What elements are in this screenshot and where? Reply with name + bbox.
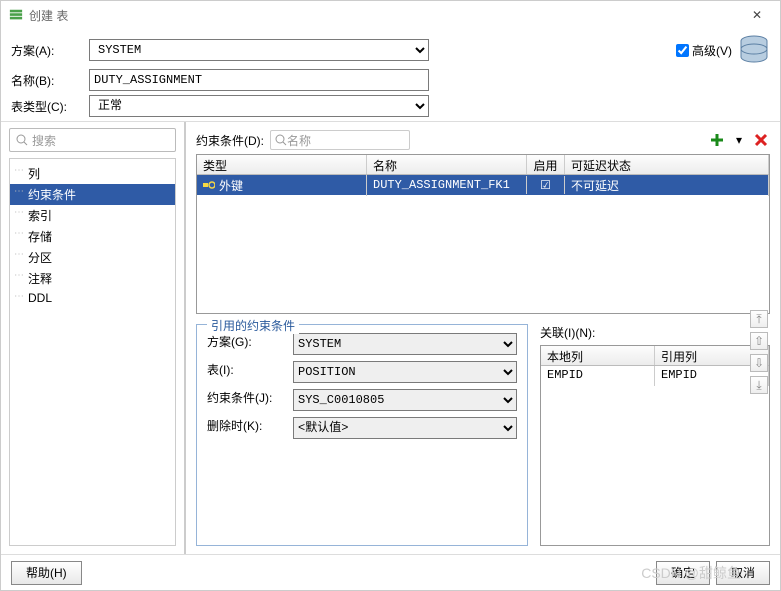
tabletype-label: 表类型(C): — [11, 98, 83, 115]
ref-legend: 引用的约束条件 — [207, 317, 299, 334]
ref-table-select[interactable]: POSITION — [293, 361, 517, 383]
dropdown-icon[interactable]: ▾ — [730, 131, 748, 149]
app-icon — [9, 8, 23, 22]
advanced-checkbox[interactable] — [676, 44, 689, 57]
tree-item-DDL[interactable]: DDL — [10, 289, 175, 307]
name-input[interactable] — [89, 69, 429, 91]
ondelete-label: 删除时(K): — [207, 417, 287, 439]
col-type[interactable]: 类型 — [197, 155, 367, 174]
add-constraint-button[interactable] — [708, 131, 726, 149]
constraints-label: 约束条件(D): — [196, 132, 264, 149]
ref-schema-select[interactable]: SYSTEM — [293, 333, 517, 355]
cancel-button[interactable]: 取消 — [716, 561, 770, 585]
database-icon — [738, 35, 770, 65]
close-icon[interactable]: ✕ — [742, 8, 772, 22]
ref-constraint-select[interactable]: SYS_C0010805 — [293, 389, 517, 411]
tree-item-索引[interactable]: 索引 — [10, 205, 175, 226]
move-bottom-button[interactable]: ⤓ — [750, 376, 768, 394]
header-form: 方案(A): SYSTEM 高级(V) 名称(B): 表类型(C): 正常 — [1, 29, 780, 121]
category-tree: 列约束条件索引存储分区注释DDL — [9, 158, 176, 546]
tabletype-select[interactable]: 正常 — [89, 95, 429, 117]
ondelete-select[interactable]: <默认值> — [293, 417, 517, 439]
col-enabled[interactable]: 启用 — [527, 155, 565, 174]
assoc-grid: 本地列 引用列 EMPIDEMPID — [540, 345, 770, 546]
right-panel: 约束条件(D): 名称 ▾ 类型 名称 启用 可延迟状态 外键DUTY_ASSI… — [186, 122, 780, 554]
ref-schema-label: 方案(G): — [207, 333, 287, 355]
col-defer[interactable]: 可延迟状态 — [565, 155, 769, 174]
ok-button[interactable]: 确定 — [656, 561, 710, 585]
assoc-title: 关联(I)(N): — [540, 324, 770, 341]
tree-item-分区[interactable]: 分区 — [10, 247, 175, 268]
constraints-grid: 类型 名称 启用 可延迟状态 外键DUTY_ASSIGNMENT_FK1☑不可延… — [196, 154, 770, 314]
schema-select[interactable]: SYSTEM — [89, 39, 429, 61]
search-icon — [275, 134, 287, 146]
ref-table-label: 表(I): — [207, 361, 287, 383]
name-label: 名称(B): — [11, 72, 83, 89]
left-panel: 搜索 列约束条件索引存储分区注释DDL — [1, 122, 186, 554]
move-top-button[interactable]: ⤒ — [750, 310, 768, 328]
assoc-row[interactable]: EMPIDEMPID — [541, 366, 769, 386]
help-button[interactable]: 帮助(H) — [11, 561, 82, 585]
constraint-row[interactable]: 外键DUTY_ASSIGNMENT_FK1☑不可延迟 — [197, 175, 769, 195]
move-down-button[interactable]: ⇩ — [750, 354, 768, 372]
advanced-label: 高级(V) — [692, 42, 732, 59]
tree-search[interactable]: 搜索 — [9, 128, 176, 152]
tree-item-注释[interactable]: 注释 — [10, 268, 175, 289]
tree-item-存储[interactable]: 存储 — [10, 226, 175, 247]
tree-item-列[interactable]: 列 — [10, 163, 175, 184]
assoc-col-local[interactable]: 本地列 — [541, 346, 655, 365]
footer: 帮助(H) 确定 取消 CSDN @甜鲸鱼 — [1, 554, 780, 590]
association-box: 关联(I)(N): 本地列 引用列 EMPIDEMPID — [540, 324, 770, 546]
constraint-search[interactable]: 名称 — [270, 130, 410, 150]
move-up-button[interactable]: ⇧ — [750, 332, 768, 350]
tree-item-约束条件[interactable]: 约束条件 — [10, 184, 175, 205]
titlebar: 创建 表 ✕ — [1, 1, 780, 29]
ref-constraint-label: 约束条件(J): — [207, 389, 287, 411]
search-icon — [16, 134, 28, 146]
col-name[interactable]: 名称 — [367, 155, 527, 174]
referenced-constraint-box: 引用的约束条件 方案(G): SYSTEM 表(I): POSITION 约束条… — [196, 324, 528, 546]
schema-label: 方案(A): — [11, 42, 83, 59]
window-title: 创建 表 — [29, 7, 742, 24]
delete-constraint-button[interactable] — [752, 131, 770, 149]
